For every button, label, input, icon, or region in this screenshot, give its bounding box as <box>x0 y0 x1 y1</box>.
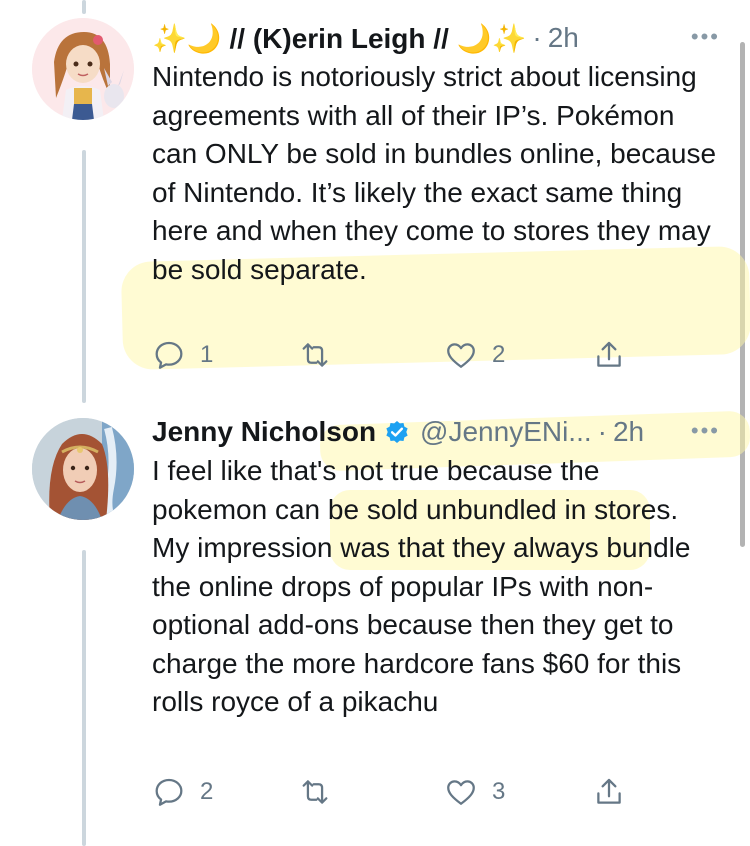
retweet-button[interactable] <box>298 775 332 809</box>
tweet-1[interactable]: ✨🌙 // (K)erin Leigh // 🌙✨ · 2h ••• Ninte… <box>0 0 750 400</box>
like-count: 2 <box>492 341 506 368</box>
more-icon[interactable]: ••• <box>691 418 720 444</box>
tweet-2[interactable]: Jenny Nicholson @JennyENi... · 2h ••• I … <box>0 400 750 846</box>
more-icon[interactable]: ••• <box>691 24 720 50</box>
avatar[interactable] <box>32 18 134 120</box>
share-button[interactable] <box>592 775 626 809</box>
tweet-text: I feel like that's not true because the … <box>152 455 691 717</box>
share-button[interactable] <box>592 338 626 372</box>
avatar-photo <box>32 418 134 520</box>
tweet-text: Nintendo is notoriously strict about lic… <box>152 61 717 285</box>
heart-icon <box>447 343 475 368</box>
verified-badge-icon <box>386 420 408 444</box>
retweet-icon <box>302 780 328 804</box>
timestamp[interactable]: 2h <box>613 416 644 448</box>
retweet-button[interactable] <box>298 338 332 372</box>
share-icon <box>597 778 621 804</box>
share-icon <box>597 341 621 367</box>
timestamp[interactable]: 2h <box>548 22 579 54</box>
like-button[interactable]: 3 <box>444 775 505 809</box>
separator: · <box>532 22 542 53</box>
separator: · <box>597 416 607 447</box>
avatar-illustration <box>32 18 134 120</box>
tweet-header: Jenny Nicholson @JennyENi... · 2h ••• <box>152 412 720 452</box>
reply-count: 2 <box>200 778 214 805</box>
like-count: 3 <box>492 778 506 805</box>
like-button[interactable]: 2 <box>444 338 505 372</box>
reply-icon <box>155 341 183 369</box>
reply-icon <box>155 778 183 806</box>
handle[interactable]: @JennyENi... <box>420 416 592 448</box>
tweet-actions: 2 3 <box>152 775 632 815</box>
display-name[interactable]: ✨🌙 // (K)erin Leigh // 🌙✨ <box>152 22 526 55</box>
heart-icon <box>447 780 475 805</box>
reply-button[interactable]: 2 <box>152 775 213 809</box>
reply-count: 1 <box>200 341 214 368</box>
avatar[interactable] <box>32 418 134 520</box>
retweet-icon <box>302 343 328 367</box>
tweet-header: ✨🌙 // (K)erin Leigh // 🌙✨ · 2h ••• <box>152 18 720 58</box>
reply-button[interactable]: 1 <box>152 338 213 372</box>
tweet-actions: 1 2 <box>152 338 632 378</box>
display-name[interactable]: Jenny Nicholson <box>152 416 376 448</box>
